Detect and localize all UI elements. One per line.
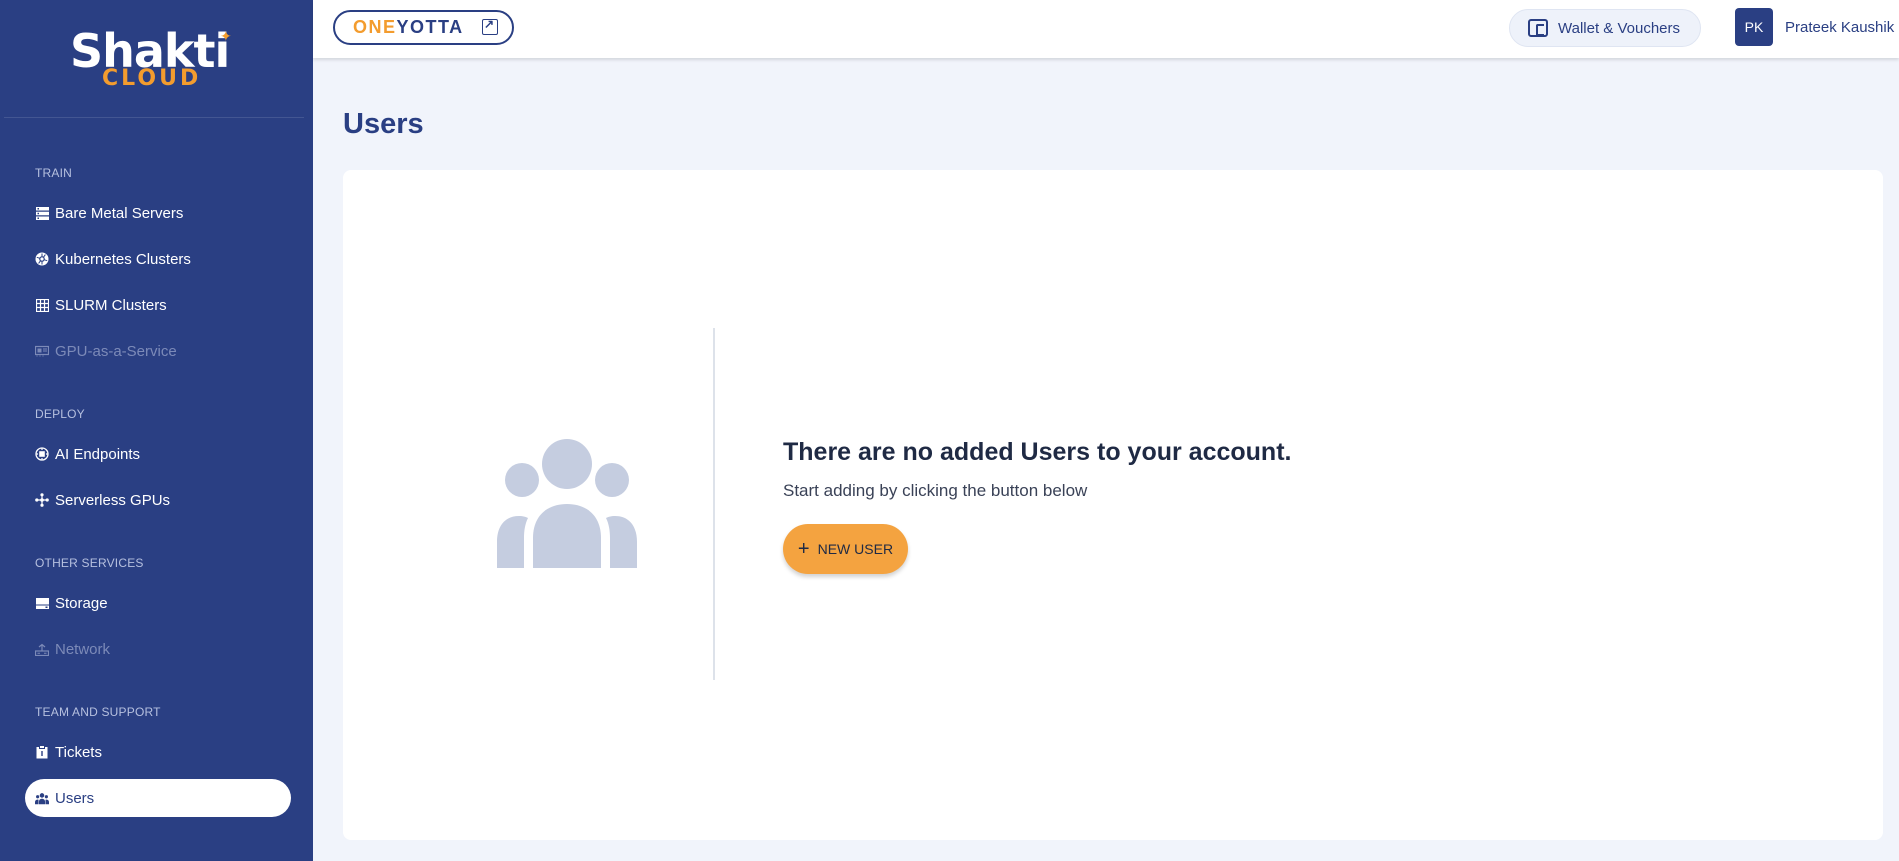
wallet-vouchers-button[interactable]: Wallet & Vouchers: [1509, 9, 1701, 47]
chip-icon: [35, 447, 49, 461]
avatar[interactable]: PK: [1735, 8, 1773, 46]
section-label-other-services: OTHER SERVICES: [35, 556, 144, 570]
gpu-card-icon: [35, 344, 49, 358]
sidebar-item-label: Serverless GPUs: [55, 491, 171, 509]
sidebar-item-gpu-as-a-service[interactable]: GPU-as-a-Service: [35, 336, 177, 366]
section-label-train: TRAIN: [35, 166, 72, 180]
empty-state-subtitle: Start adding by clicking the button belo…: [783, 481, 1088, 500]
new-user-button[interactable]: + NEW USER: [783, 524, 908, 574]
sidebar-item-label: Kubernetes Clusters: [55, 250, 191, 268]
sidebar-item-ai-endpoints[interactable]: AI Endpoints: [35, 439, 140, 469]
users-empty-state-card: There are no added Users to your account…: [343, 170, 1883, 840]
users-group-icon: [497, 438, 637, 568]
sidebar-item-storage[interactable]: Storage: [35, 588, 108, 618]
shakti-cloud-logo[interactable]: Shakti ✦ CLOUD: [70, 24, 250, 92]
empty-state-title: There are no added Users to your account…: [783, 438, 1292, 466]
external-link-icon: [482, 17, 498, 35]
new-user-label: NEW USER: [817, 541, 894, 557]
grid-icon: [35, 298, 49, 312]
sidebar: Shakti ✦ CLOUD TRAIN Bare Metal Servers …: [0, 0, 313, 861]
sidebar-item-bare-metal-servers[interactable]: Bare Metal Servers: [35, 198, 183, 228]
logo-spark-icon: ✦: [220, 28, 232, 44]
kubernetes-icon: [35, 252, 49, 266]
top-bar: ONEYOTTA Wallet & Vouchers PK Prateek Ka…: [313, 0, 1899, 58]
sidebar-item-label: Network: [55, 640, 111, 658]
sidebar-item-label: Tickets: [55, 743, 102, 761]
section-label-team-and-support: TEAM AND SUPPORT: [35, 705, 161, 719]
user-name[interactable]: Prateek Kaushik: [1785, 19, 1894, 36]
nodes-icon: [35, 493, 49, 507]
sidebar-item-kubernetes-clusters[interactable]: Kubernetes Clusters: [35, 244, 191, 274]
sidebar-divider: [4, 117, 304, 118]
sidebar-item-label: Users: [55, 789, 95, 807]
ticket-icon: [35, 745, 49, 759]
section-label-deploy: DEPLOY: [35, 407, 85, 421]
sidebar-item-label: SLURM Clusters: [55, 296, 167, 314]
storage-icon: [35, 596, 49, 610]
sidebar-item-slurm-clusters[interactable]: SLURM Clusters: [35, 290, 167, 320]
page-title: Users: [343, 108, 424, 140]
sidebar-item-label: GPU-as-a-Service: [55, 342, 177, 360]
oneyotta-link-button[interactable]: ONE YOTTA: [333, 10, 514, 45]
server-rack-icon: [35, 206, 49, 220]
logo-subword: CLOUD: [102, 66, 202, 91]
network-icon: [35, 642, 49, 656]
users-icon: [35, 791, 49, 805]
wallet-vouchers-label: Wallet & Vouchers: [1558, 19, 1680, 37]
sidebar-item-tickets[interactable]: Tickets: [35, 737, 102, 767]
sidebar-item-users[interactable]: Users: [25, 779, 291, 817]
oneyotta-yotta-text: YOTTA: [396, 17, 464, 37]
sidebar-item-label: Bare Metal Servers: [55, 204, 184, 222]
wallet-icon: [1528, 19, 1548, 37]
oneyotta-one-text: ONE: [353, 17, 397, 37]
plus-icon: +: [797, 538, 810, 560]
empty-state-divider: [713, 328, 715, 680]
sidebar-item-label: Storage: [55, 594, 108, 612]
sidebar-item-label: AI Endpoints: [55, 445, 141, 463]
sidebar-item-network[interactable]: Network: [35, 634, 110, 664]
sidebar-item-serverless-gpus[interactable]: Serverless GPUs: [35, 485, 170, 515]
